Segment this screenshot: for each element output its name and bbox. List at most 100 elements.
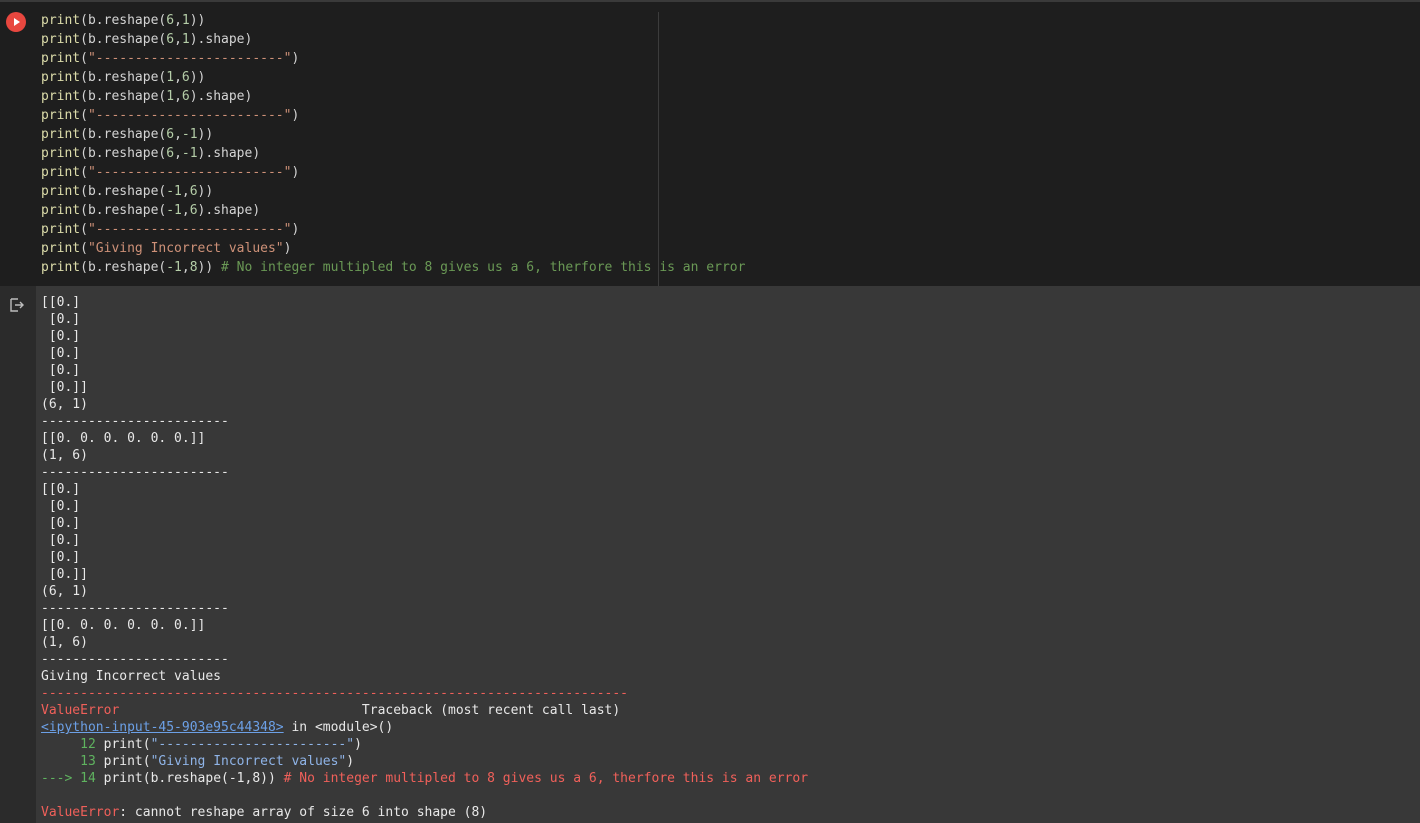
- traceback-prefix: --->: [41, 771, 81, 786]
- final-error-name: ValueError: [41, 805, 120, 820]
- output-line: (6, 1): [41, 584, 88, 599]
- output-line: ------------------------: [41, 465, 229, 480]
- traceback-code: ): [346, 754, 355, 769]
- traceback-code: print(: [95, 754, 151, 769]
- code-string: "------------------------": [87, 51, 292, 66]
- code-line[interactable]: print(b.reshape(-1,6).shape): [41, 201, 745, 220]
- code-line[interactable]: print(b.reshape(6,-1)): [41, 125, 745, 144]
- code-function: print: [41, 241, 81, 256]
- code-text: ).shape): [197, 146, 261, 161]
- code-text: ): [291, 51, 300, 66]
- code-function: print: [41, 127, 81, 142]
- traceback-line-number: 12: [80, 737, 96, 752]
- code-line[interactable]: print("------------------------"): [41, 220, 745, 239]
- code-cell[interactable]: print(b.reshape(6,1)) print(b.reshape(6,1…: [0, 2, 1420, 286]
- code-text: ).shape): [189, 89, 253, 104]
- run-cell-button[interactable]: [6, 12, 26, 32]
- traceback-rule: ----------------------------------------…: [41, 686, 628, 701]
- code-string: "------------------------": [87, 165, 292, 180]
- code-number: 8: [189, 260, 198, 275]
- code-line[interactable]: print(b.reshape(-1,8)) # No integer mult…: [41, 258, 745, 277]
- code-number: -1: [166, 260, 182, 275]
- code-text: (b.reshape(: [80, 203, 167, 218]
- code-text: (: [80, 241, 88, 256]
- traceback-line: 12 print("------------------------"): [41, 736, 808, 753]
- code-number: 6: [181, 89, 190, 104]
- code-line[interactable]: print(b.reshape(-1,6)): [41, 182, 745, 201]
- output-redirect-icon[interactable]: [9, 297, 25, 313]
- output-line: (1, 6): [41, 448, 88, 463]
- code-number: 1: [181, 13, 190, 28]
- traceback-line: ValueError: cannot reshape array of size…: [41, 804, 808, 821]
- code-text: ,: [174, 32, 182, 47]
- code-number: 6: [166, 146, 175, 161]
- output-line: [0.]: [41, 346, 81, 361]
- code-number: 6: [189, 184, 198, 199]
- code-text: )): [197, 127, 214, 142]
- output-line: [[0.]: [41, 295, 81, 310]
- code-text: ).shape): [189, 32, 253, 47]
- code-number: -1: [166, 184, 182, 199]
- code-string: "Giving Incorrect values": [87, 241, 284, 256]
- output-line: ------------------------: [41, 652, 229, 667]
- code-function: print: [41, 32, 81, 47]
- code-line[interactable]: print("------------------------"): [41, 106, 745, 125]
- code-text: (: [80, 108, 88, 123]
- code-editor[interactable]: print(b.reshape(6,1)) print(b.reshape(6,1…: [41, 11, 745, 277]
- code-line[interactable]: print("Giving Incorrect values"): [41, 239, 745, 258]
- output-line: [0.]: [41, 329, 81, 344]
- code-string: "------------------------": [87, 108, 292, 123]
- code-text: ): [291, 108, 300, 123]
- code-line[interactable]: print(b.reshape(6,1)): [41, 11, 745, 30]
- code-comment: # No integer multipled to 8 gives us a 6…: [221, 260, 746, 275]
- code-line[interactable]: print("------------------------"): [41, 49, 745, 68]
- code-line[interactable]: print(b.reshape(6,1).shape): [41, 30, 745, 49]
- traceback-code: print(: [95, 737, 151, 752]
- traceback-line: ---> 14 print(b.reshape(-1,8)) # No inte…: [41, 770, 808, 787]
- output-line: [0.]: [41, 499, 81, 514]
- traceback-comment: # No integer multipled to 8 gives us a 6…: [283, 771, 809, 786]
- code-text: ).shape): [197, 203, 261, 218]
- code-text: ,: [181, 184, 190, 199]
- traceback-line-number: 14: [80, 771, 96, 786]
- output-line: [[0. 0. 0. 0. 0. 0.]]: [41, 431, 206, 446]
- code-line[interactable]: print(b.reshape(1,6).shape): [41, 87, 745, 106]
- code-text: ,: [181, 203, 190, 218]
- code-text: ,: [174, 146, 182, 161]
- code-number: -1: [166, 203, 182, 218]
- traceback-gap: [119, 703, 362, 718]
- code-function: print: [41, 222, 81, 237]
- output-line: (1, 6): [41, 635, 88, 650]
- code-text: (b.reshape(: [80, 32, 167, 47]
- source-link[interactable]: <ipython-input-45-903e95c44348>: [41, 720, 284, 735]
- code-text: ): [291, 222, 300, 237]
- code-text: ): [291, 165, 300, 180]
- traceback-code: print(b.reshape(-1,8)): [95, 771, 284, 786]
- code-function: print: [41, 146, 81, 161]
- code-function: print: [41, 108, 81, 123]
- traceback-line: 13 print("Giving Incorrect values"): [41, 753, 808, 770]
- output-area: [[0.] [0.] [0.] [0.] [0.] [0.]] (6, 1) ---…: [0, 286, 1420, 823]
- traceback-prefix: [41, 737, 80, 752]
- code-text: )): [197, 184, 214, 199]
- output-line: [[0.]: [41, 482, 81, 497]
- code-text: (: [80, 165, 88, 180]
- code-text: (b.reshape(: [80, 70, 167, 85]
- code-string: "------------------------": [87, 222, 292, 237]
- final-error-message: : cannot reshape array of size 6 into sh…: [119, 805, 488, 820]
- code-text: (: [80, 51, 88, 66]
- code-line[interactable]: print(b.reshape(6,-1).shape): [41, 144, 745, 163]
- code-line[interactable]: print(b.reshape(1,6)): [41, 68, 745, 87]
- code-function: print: [41, 184, 81, 199]
- traceback-line: <ipython-input-45-903e95c44348> in <modu…: [41, 719, 808, 736]
- output-line: [0.]]: [41, 567, 88, 582]
- code-text: (b.reshape(: [80, 13, 167, 28]
- code-function: print: [41, 13, 81, 28]
- output-line: [0.]: [41, 516, 81, 531]
- traceback-prefix: [41, 754, 80, 769]
- traceback-code: ): [354, 737, 362, 752]
- code-number: -1: [181, 146, 198, 161]
- code-text: ,: [174, 127, 182, 142]
- code-line[interactable]: print("------------------------"): [41, 163, 745, 182]
- code-text: ,: [181, 260, 190, 275]
